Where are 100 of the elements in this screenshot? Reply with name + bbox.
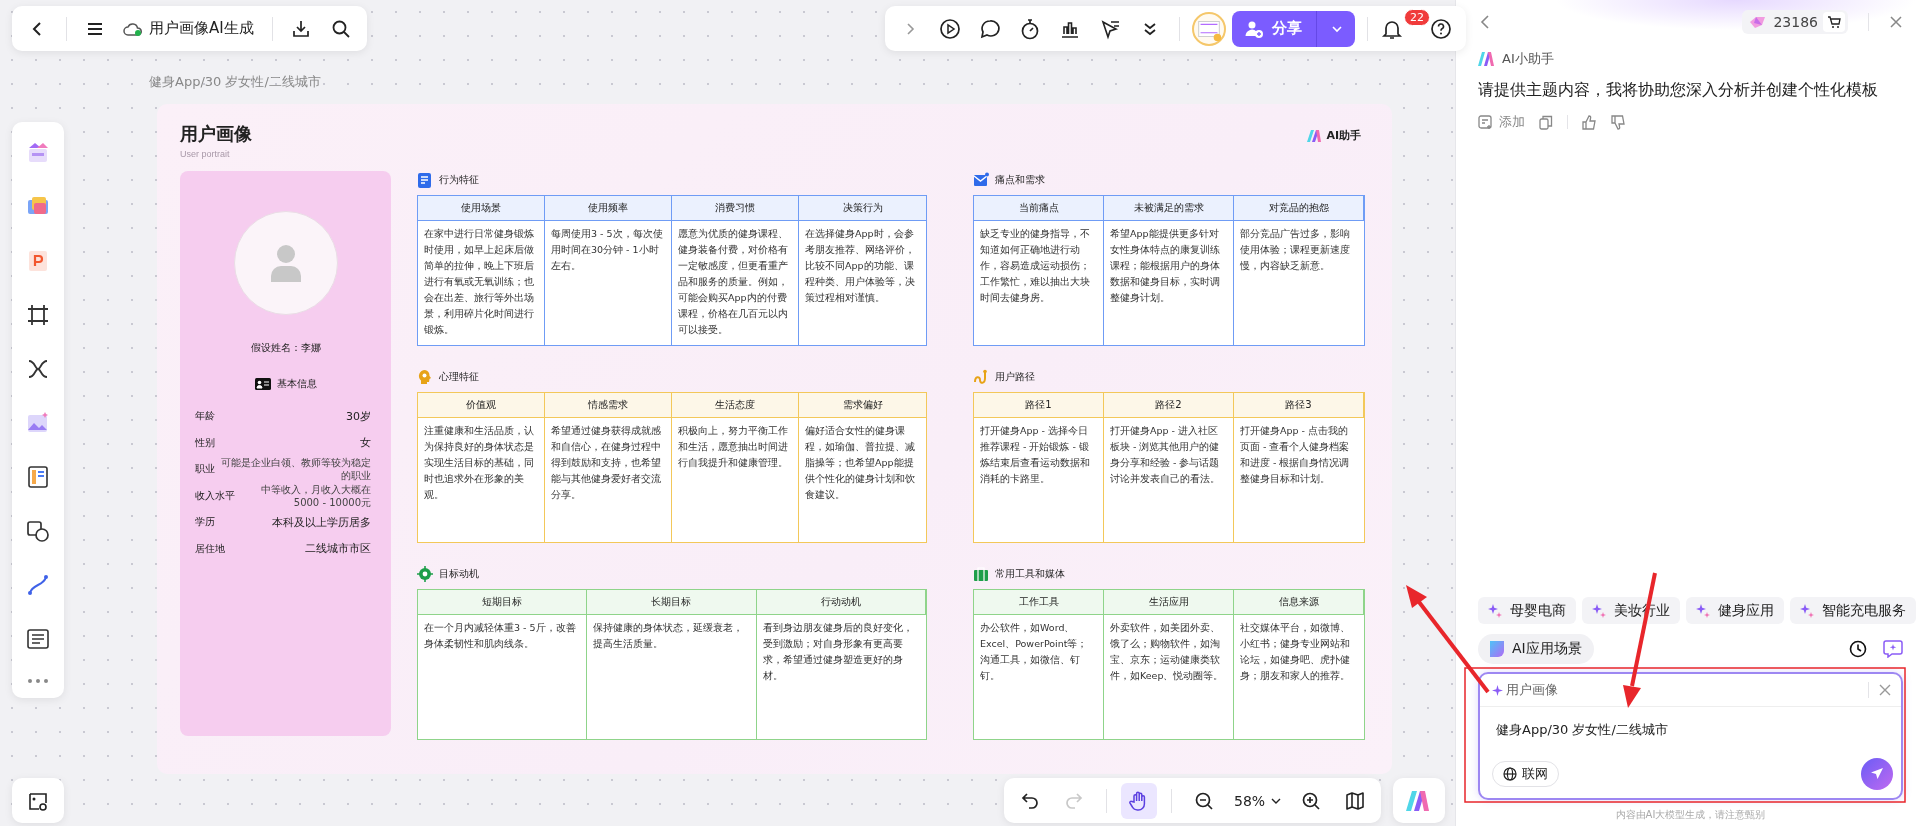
column-header: 生活态度 [672, 393, 799, 418]
table-cell: 在一个月内减轻体重3 - 5斤，改善身体柔韧性和肌肉线条。 [418, 615, 588, 739]
ai-assistant-button[interactable] [1393, 778, 1445, 823]
help-icon [1430, 17, 1452, 40]
breadcrumb: 健身App/30 岁女性/二线城市 [149, 73, 321, 91]
table-cell-text: 在选择健身App时，会参考朋友推荐、网络评价，比较不同App的功能、课程种类、用户体验等，决策过程相对谨慎。 [804, 227, 916, 305]
ai-logo-icon [1406, 790, 1432, 811]
zoom-in-icon [1301, 790, 1322, 811]
sparkle-icon [1592, 603, 1606, 618]
undo-icon [1020, 790, 1040, 811]
column-header: 当前痛点 [974, 196, 1104, 221]
table-cell: 办公软件，如Word、Excel、PowerPoint等；沟通工具，如微信、钉钉。 [974, 615, 1104, 739]
sparkle-icon [1696, 603, 1710, 618]
thumbs-down-icon[interactable] [1611, 114, 1626, 130]
copy-icon[interactable] [1539, 114, 1553, 130]
section-title: 目标动机 [439, 567, 479, 581]
suggestion-chip[interactable]: 智能充电服务 [1790, 597, 1916, 624]
map-settings-button[interactable] [12, 778, 64, 823]
column-header: 路径1 [974, 393, 1104, 418]
download-icon [290, 18, 311, 39]
table-cell-text: 打开健身App - 点击我的页面 - 查看个人健身档案和进度 - 根据自身情况调整健身目标和计划。 [1239, 424, 1351, 486]
table-cell: 打开健身App - 进入社区板块 - 浏览其他用户的健身分享和经验 - 参与话题讨论并发表自己的看法。 [1104, 418, 1234, 542]
column-header: 消费习惯 [672, 196, 799, 221]
prompt-input-box[interactable]: 用户画像 健身App/30 岁女性/二线城市 联网 [1478, 672, 1903, 800]
column-header: 行动动机 [756, 590, 926, 615]
table-cell-text: 看到身边朋友健身后的良好变化，受到激励；对自身形象有更高要求，希望通过健身塑造更好的身材。 [761, 621, 914, 683]
send-icon [1870, 767, 1884, 781]
table-cell: 积极向上，努力平衡工作和生活，愿意抽出时间进行自我提升和健康管理。 [672, 418, 799, 542]
document-icon [417, 172, 433, 188]
column-header: 使用场景 [418, 196, 545, 221]
comment-icon [979, 17, 1001, 40]
cart-icon[interactable] [1823, 12, 1845, 32]
column-header: 短期目标 [418, 590, 588, 615]
redo-icon [1064, 790, 1084, 811]
disclaimer-text: 内容由AI大模型生成，请注意甄别 [1614, 808, 1767, 822]
table-cell-text: 偏好适合女性的健身课程，如瑜伽、普拉提、减脂操等；也希望App能提供个性化的健身计划和饮食建议。 [804, 424, 916, 502]
close-icon[interactable] [1889, 15, 1903, 29]
column-header: 长期目标 [587, 590, 757, 615]
hand-tool-button[interactable] [1121, 782, 1157, 819]
table-cell: 每周使用3 - 5次，每次使用时间在30分钟 - 1小时左右。 [545, 221, 672, 345]
globe-icon [1503, 767, 1517, 781]
column-header: 对竞品的抱怨 [1234, 196, 1364, 221]
target-icon [417, 566, 433, 582]
column-header: 信息来源 [1234, 590, 1364, 615]
column-header: 工作工具 [974, 590, 1104, 615]
scenario-chip[interactable]: AI应用场景 [1478, 634, 1594, 664]
section-title: 用户路径 [995, 370, 1035, 384]
credits-count: 23186 [1773, 14, 1818, 30]
notification-badge: 22 [1404, 8, 1430, 26]
field-value: 可能是企业白领、教师等较为稳定的职业 [221, 456, 371, 483]
table-cell: 保持健康的身体状态，延缓衰老，提高生活质量。 [587, 615, 757, 739]
column-header: 未被满足的需求 [1104, 196, 1234, 221]
table-cell: 打开健身App - 选择今日推荐课程 - 开始锻炼 - 锻炼结束后查看运动数据和消耗的卡路里。 [974, 418, 1104, 542]
search-icon [330, 18, 351, 39]
sparkle-icon [1492, 684, 1503, 696]
field-value: 本科及以上学历居多 [272, 514, 371, 530]
board-subtitle: User portrait [180, 149, 231, 159]
section-title: 常用工具和媒体 [995, 567, 1065, 581]
history-icon[interactable] [1849, 640, 1867, 658]
stopwatch-icon [1019, 17, 1041, 40]
info-heading: 基本信息 [276, 377, 317, 391]
new-chat-icon[interactable] [1883, 640, 1903, 658]
column-header: 使用频率 [545, 196, 672, 221]
field-label: 学历 [195, 515, 215, 530]
field-value: 二线城市市区 [305, 541, 371, 557]
more-icon[interactable] [27, 678, 49, 684]
layout-icon [25, 463, 51, 490]
sparkle-icon [1488, 603, 1502, 618]
add-button[interactable]: 添加 [1478, 113, 1525, 131]
section-title: 心理特征 [439, 370, 479, 384]
assistant-logo-icon [1478, 52, 1496, 66]
credits-pill[interactable]: 23186 [1742, 10, 1848, 34]
id-card-icon [254, 378, 271, 390]
thumbs-up-icon[interactable] [1582, 114, 1597, 130]
briefcase-icon [973, 566, 989, 582]
zoom-out-icon [1194, 790, 1214, 811]
close-icon[interactable] [1879, 684, 1891, 696]
field-label: 居住地 [195, 541, 225, 556]
logo-label: AI助手 [1326, 128, 1361, 143]
field-label: 职业 [195, 462, 215, 477]
suggestion-chip[interactable]: 健身应用 [1686, 597, 1784, 624]
field-label: 收入水平 [195, 488, 235, 503]
send-button[interactable] [1861, 758, 1893, 790]
sparkle-icon [1800, 603, 1814, 618]
suggestion-chip[interactable]: 母婴电商 [1478, 597, 1576, 624]
scenario-icon [1488, 640, 1506, 658]
section-title: 行为特征 [439, 173, 479, 187]
envelope-icon [973, 172, 989, 188]
table-cell: 愿意为优质的健身课程、健身装备付费，对价格有一定敏感度，但更看重产品和服务的质量。例如，可能会购买App内的付费课程，价格在几百元以内可以接受。 [672, 221, 799, 345]
map-icon [1345, 790, 1366, 811]
assistant-name: AI小助手 [1502, 50, 1554, 68]
column-header: 路径2 [1104, 393, 1234, 418]
column-header: 价值观 [418, 393, 545, 418]
assistant-message: 请提供主题内容，我将协助您深入分析并创建个性化模板 [1478, 80, 1879, 101]
back-icon[interactable] [1478, 14, 1492, 30]
zoom-level-dropdown[interactable]: 58% [1230, 792, 1286, 809]
column-header: 需求偏好 [799, 393, 926, 418]
share-button[interactable]: 分享 [1232, 10, 1355, 47]
board-thumbnail[interactable] [1192, 11, 1226, 46]
column-header: 情感需求 [545, 393, 672, 418]
